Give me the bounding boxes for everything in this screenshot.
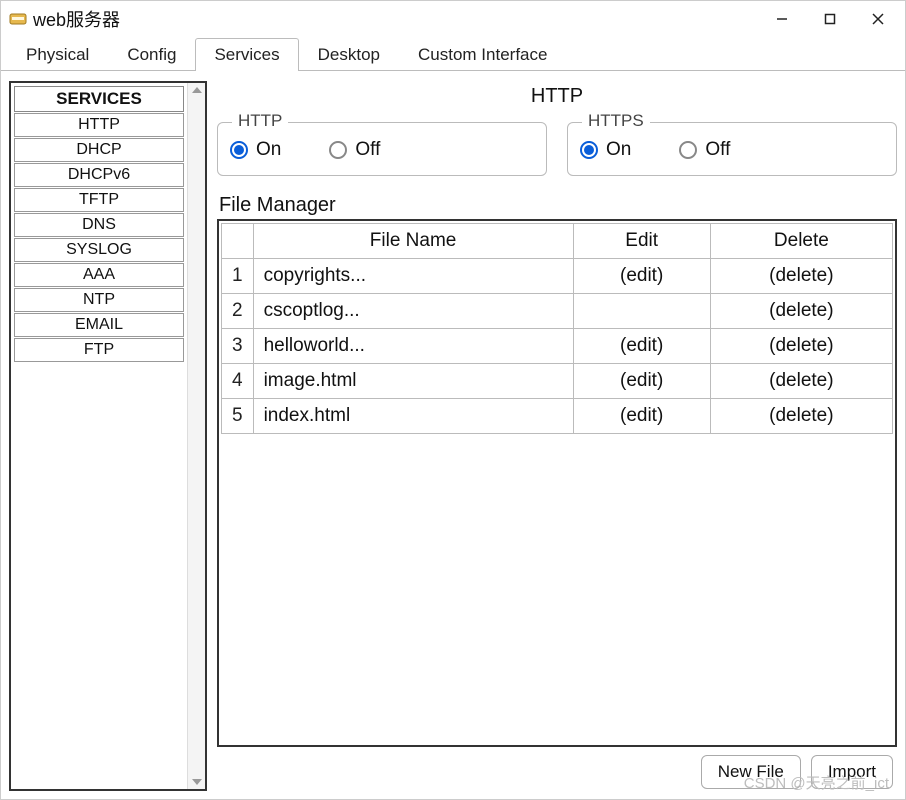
https-on-radio[interactable]: On: [580, 139, 631, 161]
new-file-button[interactable]: New File: [701, 755, 801, 789]
cell-edit[interactable]: (edit): [573, 399, 710, 434]
col-edit: Edit: [573, 224, 710, 259]
sidebar-list: SERVICES HTTP DHCP DHCPv6 TFTP DNS SYSLO…: [11, 83, 187, 789]
https-off-label: Off: [705, 139, 730, 161]
app-icon: [9, 10, 27, 28]
cell-filename[interactable]: copyrights...: [253, 259, 573, 294]
sidebar-item-dns[interactable]: DNS: [14, 213, 184, 237]
table-row: 4 image.html (edit) (delete): [222, 364, 893, 399]
sidebar-item-dhcp[interactable]: DHCP: [14, 138, 184, 162]
file-manager: File Name Edit Delete 1 copyrights... (e…: [217, 219, 897, 747]
minimize-button[interactable]: [759, 3, 805, 35]
table-row: 1 copyrights... (edit) (delete): [222, 259, 893, 294]
sidebar-item-ntp[interactable]: NTP: [14, 288, 184, 312]
radio-checked-icon: [580, 141, 598, 159]
cell-delete[interactable]: (delete): [710, 294, 892, 329]
row-number: 4: [222, 364, 254, 399]
cell-edit[interactable]: (edit): [573, 259, 710, 294]
http-legend: HTTP: [232, 111, 288, 131]
sidebar-item-email[interactable]: EMAIL: [14, 313, 184, 337]
tab-services[interactable]: Services: [195, 38, 298, 71]
tab-physical[interactable]: Physical: [7, 38, 108, 71]
tab-bar: Physical Config Services Desktop Custom …: [1, 37, 905, 71]
https-off-radio[interactable]: Off: [679, 139, 730, 161]
row-number: 5: [222, 399, 254, 434]
scroll-up-icon[interactable]: [192, 87, 202, 93]
cell-edit[interactable]: [573, 294, 710, 329]
panel-title: HTTP: [217, 85, 897, 108]
tab-custom-interface[interactable]: Custom Interface: [399, 38, 566, 71]
scroll-down-icon[interactable]: [192, 779, 202, 785]
cell-edit[interactable]: (edit): [573, 364, 710, 399]
file-manager-label: File Manager: [219, 194, 897, 217]
http-on-radio[interactable]: On: [230, 139, 281, 161]
close-button[interactable]: [855, 3, 901, 35]
sidebar-header: SERVICES: [14, 86, 184, 112]
file-table: File Name Edit Delete 1 copyrights... (e…: [221, 223, 893, 434]
cell-filename[interactable]: index.html: [253, 399, 573, 434]
sidebar-scrollbar[interactable]: [187, 83, 205, 789]
radio-unchecked-icon: [329, 141, 347, 159]
cell-filename[interactable]: image.html: [253, 364, 573, 399]
radio-checked-icon: [230, 141, 248, 159]
col-delete: Delete: [710, 224, 892, 259]
cell-delete[interactable]: (delete): [710, 259, 892, 294]
radio-unchecked-icon: [679, 141, 697, 159]
cell-delete[interactable]: (delete): [710, 364, 892, 399]
sidebar-item-http[interactable]: HTTP: [14, 113, 184, 137]
cell-delete[interactable]: (delete): [710, 329, 892, 364]
http-off-label: Off: [355, 139, 380, 161]
sidebar-item-syslog[interactable]: SYSLOG: [14, 238, 184, 262]
table-row: 5 index.html (edit) (delete): [222, 399, 893, 434]
sidebar: SERVICES HTTP DHCP DHCPv6 TFTP DNS SYSLO…: [9, 81, 207, 791]
cell-filename[interactable]: helloworld...: [253, 329, 573, 364]
http-on-label: On: [256, 139, 281, 161]
row-number: 3: [222, 329, 254, 364]
tab-config[interactable]: Config: [108, 38, 195, 71]
tab-desktop[interactable]: Desktop: [299, 38, 399, 71]
http-off-radio[interactable]: Off: [329, 139, 380, 161]
window-title: web服务器: [33, 6, 120, 32]
import-button[interactable]: Import: [811, 755, 893, 789]
body-area: SERVICES HTTP DHCP DHCPv6 TFTP DNS SYSLO…: [1, 71, 905, 799]
cell-edit[interactable]: (edit): [573, 329, 710, 364]
maximize-button[interactable]: [807, 3, 853, 35]
main-panel: HTTP HTTP On Off: [211, 81, 897, 791]
cell-delete[interactable]: (delete): [710, 399, 892, 434]
sidebar-item-tftp[interactable]: TFTP: [14, 188, 184, 212]
cell-filename[interactable]: cscoptlog...: [253, 294, 573, 329]
button-row: New File Import: [217, 747, 897, 791]
col-filename: File Name: [253, 224, 573, 259]
app-window: web服务器 Physical Config Services Desktop …: [0, 0, 906, 800]
table-row: 2 cscoptlog... (delete): [222, 294, 893, 329]
http-fieldset: HTTP On Off: [217, 122, 547, 176]
col-rownum: [222, 224, 254, 259]
row-number: 2: [222, 294, 254, 329]
sidebar-item-dhcpv6[interactable]: DHCPv6: [14, 163, 184, 187]
row-number: 1: [222, 259, 254, 294]
titlebar: web服务器: [1, 1, 905, 37]
https-fieldset: HTTPS On Off: [567, 122, 897, 176]
sidebar-item-ftp[interactable]: FTP: [14, 338, 184, 362]
https-legend: HTTPS: [582, 111, 650, 131]
sidebar-item-aaa[interactable]: AAA: [14, 263, 184, 287]
https-on-label: On: [606, 139, 631, 161]
table-row: 3 helloworld... (edit) (delete): [222, 329, 893, 364]
